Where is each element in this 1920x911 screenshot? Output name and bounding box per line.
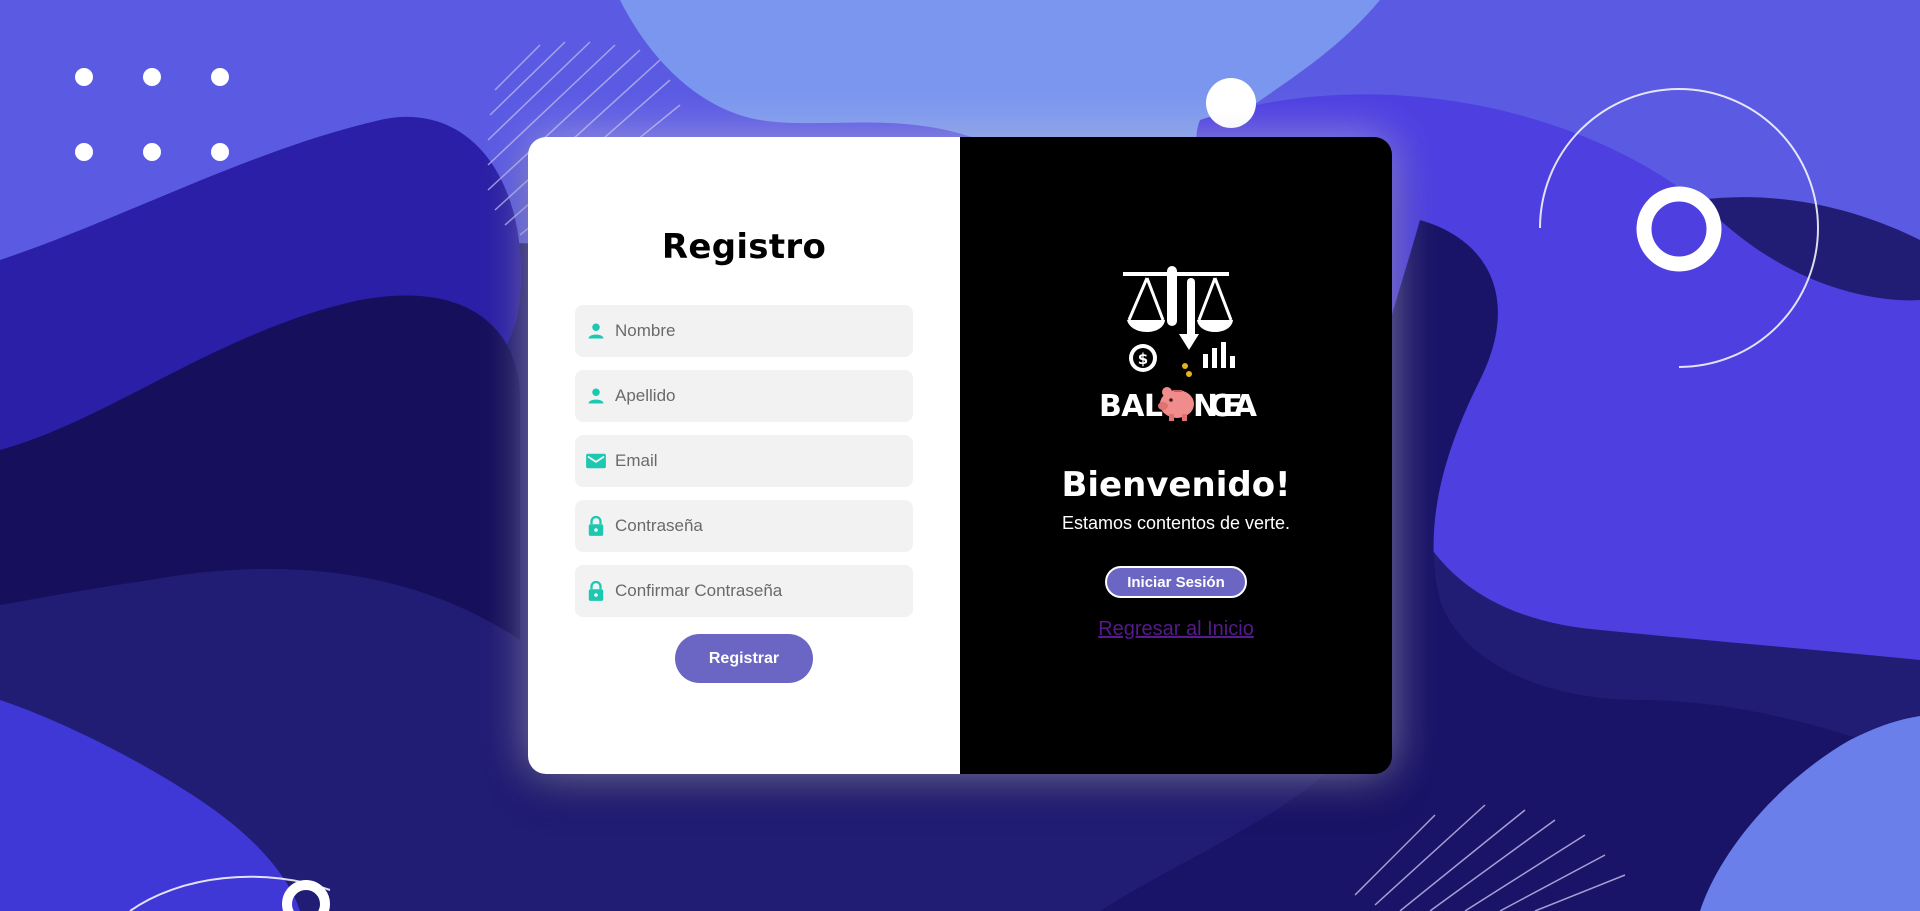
person-icon: [585, 320, 607, 342]
contrasena-field[interactable]: [575, 500, 913, 552]
apellido-field[interactable]: [575, 370, 913, 422]
nombre-field[interactable]: [575, 305, 913, 357]
svg-text:NCEA: NCEA: [1193, 389, 1258, 424]
lock-icon: [585, 580, 607, 602]
person-icon: [585, 385, 607, 407]
contrasena-input[interactable]: [615, 516, 895, 536]
white-circle: [1206, 78, 1256, 128]
welcome-panel: $ BAL NCEA Bienvenido! Estamos contentos…: [960, 137, 1392, 774]
svg-text:BAL: BAL: [1099, 389, 1163, 424]
confirmar-contrasena-input[interactable]: [615, 581, 895, 601]
confirmar-contrasena-field[interactable]: [575, 565, 913, 617]
email-field[interactable]: [575, 435, 913, 487]
nombre-input[interactable]: [615, 321, 895, 341]
welcome-subtitle: Estamos contentos de verte.: [1061, 513, 1291, 533]
svg-text:$: $: [1138, 350, 1148, 368]
register-title: Registro: [661, 227, 827, 267]
balancea-logo: $ BAL NCEA: [1099, 266, 1258, 424]
apellido-input[interactable]: [615, 386, 895, 406]
lock-icon: [585, 515, 607, 537]
register-panel: Registro Nombre Apellido Email Registrar: [528, 137, 960, 774]
back-home-link[interactable]: Regresar al Inicio: [1098, 618, 1254, 641]
register-button[interactable]: Registrar: [675, 634, 813, 683]
envelope-icon: [585, 450, 607, 472]
login-button[interactable]: Iniciar Sesión: [1105, 566, 1247, 598]
email-input[interactable]: [615, 451, 895, 471]
welcome-title: Bienvenido!: [1061, 465, 1291, 505]
auth-card: Registro Nombre Apellido Email Registrar…: [528, 137, 1392, 774]
